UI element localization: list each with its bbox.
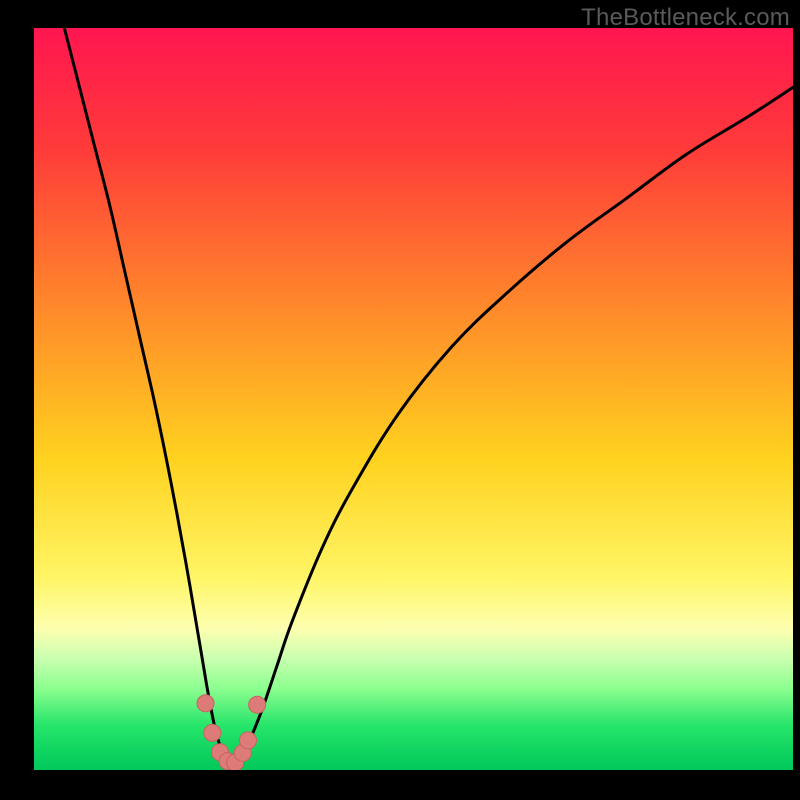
bottleneck-curve <box>64 28 793 767</box>
watermark-text: TheBottleneck.com <box>581 4 790 32</box>
plot-area <box>34 28 793 770</box>
min-marker <box>249 696 266 713</box>
min-marker <box>204 724 221 741</box>
curve-layer <box>34 28 793 770</box>
min-marker <box>197 695 214 712</box>
min-marker <box>240 732 257 749</box>
